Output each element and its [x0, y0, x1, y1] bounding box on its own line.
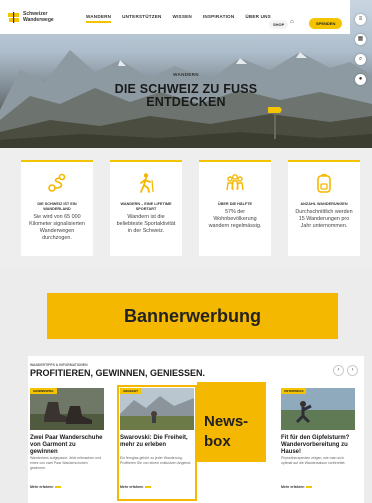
- card-text: Ein fernglas gehört zu jeder Wanderung. …: [120, 456, 192, 465]
- read-more-link[interactable]: Mehr erfahren: [281, 485, 312, 489]
- search-icon[interactable]: ⌕: [355, 54, 366, 65]
- read-more-link[interactable]: Mehr erfahren: [120, 485, 151, 489]
- fact-card: ÜBER DIE HÄLFTE 57% der Wohnbevölkerung …: [199, 160, 271, 256]
- right-icon-rail: ≡ ▦ ⌕ ●: [355, 14, 369, 94]
- card-title: Fit für den Gipfelsturm? Wandervorbereit…: [281, 435, 350, 455]
- menu-icon[interactable]: ≡: [355, 14, 366, 25]
- backpack-icon: [317, 173, 331, 193]
- card-image: ANGEBOT: [120, 388, 194, 430]
- fact-text: Wandern ist die beliebteste Sportaktivit…: [116, 214, 176, 234]
- alpine-view-image: [120, 388, 194, 430]
- card-image: UNTERWEGS: [281, 388, 355, 430]
- menu-item-unterstuetzen[interactable]: UNTERSTÜTZEN: [122, 14, 161, 19]
- hero-section: Schweizer Wanderwege WANDERN UNTERSTÜTZE…: [0, 0, 372, 148]
- fact-text: Sie wird von 65 000 Kilometer signalisie…: [29, 214, 85, 241]
- logo-text: Schweizer Wanderwege: [23, 11, 54, 23]
- menu-item-inspiration[interactable]: INSPIRATION: [203, 14, 234, 19]
- hero-kicker: WANDERN: [173, 72, 199, 77]
- card-tag: UNTERWEGS: [281, 388, 307, 394]
- read-more-link[interactable]: Mehr erfahren: [30, 485, 61, 489]
- hiker-icon: [140, 173, 154, 193]
- slider-prev-button[interactable]: ‹: [333, 365, 344, 376]
- home-workout-image: [281, 388, 355, 430]
- cart-icon[interactable]: ⌂: [290, 19, 294, 25]
- menu-item-wissen[interactable]: WISSEN: [173, 14, 192, 19]
- donate-button[interactable]: SPENDEN: [309, 18, 343, 29]
- fact-card: DIE SCHWEIZ IST EIN WANDERLAND Sie wird …: [21, 160, 93, 256]
- fact-text: Durchschnittlich werden 15 Wanderungen p…: [295, 209, 353, 229]
- card-tag: GEWINNSPIEL: [30, 388, 58, 394]
- fact-card: WANDERN – EINE LIFETIME SPORTART Wandern…: [110, 160, 182, 256]
- news-title: PROFITIEREN, GEWINNEN, GENIESSEN.: [30, 368, 206, 378]
- newsbox-placeholder[interactable]: News- box: [197, 382, 266, 462]
- hero-title-line2: ENTDECKEN: [146, 95, 226, 109]
- card-tag: ANGEBOT: [120, 388, 141, 394]
- card-image: GEWINNSPIEL: [30, 388, 104, 430]
- facts-section: DIE SCHWEIZ IST EIN WANDERLAND Sie wird …: [0, 148, 372, 268]
- top-navigation: Schweizer Wanderwege WANDERN UNTERSTÜTZE…: [0, 0, 350, 34]
- news-card[interactable]: GEWINNSPIEL Zwei Paar Wanderschuhe von G…: [30, 388, 104, 498]
- map-icon[interactable]: ▦: [355, 34, 366, 45]
- menu-item-ueber-uns[interactable]: ÜBER UNS: [245, 14, 271, 19]
- news-kicker: WANDERTIPPS & INFORMATIONEN: [30, 363, 88, 367]
- route-icon: [48, 173, 66, 192]
- fact-text: 57% der Wohnbevölkerung wandern regelmäs…: [208, 209, 262, 229]
- news-card-featured[interactable]: ANGEBOT Swarovski: Die Freiheit, mehr zu…: [117, 385, 197, 501]
- hero-title: DIE SCHWEIZ ZU FUSS ENTDECKEN: [0, 83, 372, 109]
- group-icon: [226, 174, 244, 191]
- newsbox-label-line2: box: [204, 433, 231, 450]
- signpost-logo-icon: [8, 12, 19, 23]
- signpost-icon: [268, 107, 282, 139]
- card-text: Wanderfans aufgepasst: Jetzt mitmachen u…: [30, 456, 102, 470]
- news-card[interactable]: UNTERWEGS Fit für den Gipfelsturm? Wande…: [281, 388, 355, 498]
- menu-item-wandern[interactable]: WANDERN: [86, 14, 112, 23]
- fact-heading: WANDERN – EINE LIFETIME SPORTART: [120, 202, 172, 211]
- fact-heading: DIE SCHWEIZ IST EIN WANDERLAND: [37, 202, 77, 211]
- news-section: WANDERTIPPS & INFORMATIONEN PROFITIEREN,…: [0, 356, 372, 503]
- banner-zone: Bannerwerbung: [0, 268, 372, 356]
- fact-card: ANZAHL WANDERUNGEN Durchschnittlich werd…: [288, 160, 360, 256]
- card-text: Physiotherapeuten zeigen, wie man sich o…: [281, 456, 346, 465]
- main-menu: WANDERN UNTERSTÜTZEN WISSEN INSPIRATION …: [86, 14, 282, 23]
- banner-ad-placeholder[interactable]: Bannerwerbung: [47, 293, 338, 339]
- shop-button[interactable]: SHOP: [269, 20, 289, 29]
- newsbox-label-line1: News-: [204, 413, 249, 430]
- card-title: Swarovski: Die Freiheit, mehr zu erleben: [120, 435, 188, 448]
- slider-next-button[interactable]: ›: [347, 365, 358, 376]
- card-title: Zwei Paar Wanderschuhe von Garmont zu ge…: [30, 435, 103, 455]
- site-logo[interactable]: Schweizer Wanderwege: [8, 10, 72, 26]
- hiking-boots-image: [30, 388, 104, 430]
